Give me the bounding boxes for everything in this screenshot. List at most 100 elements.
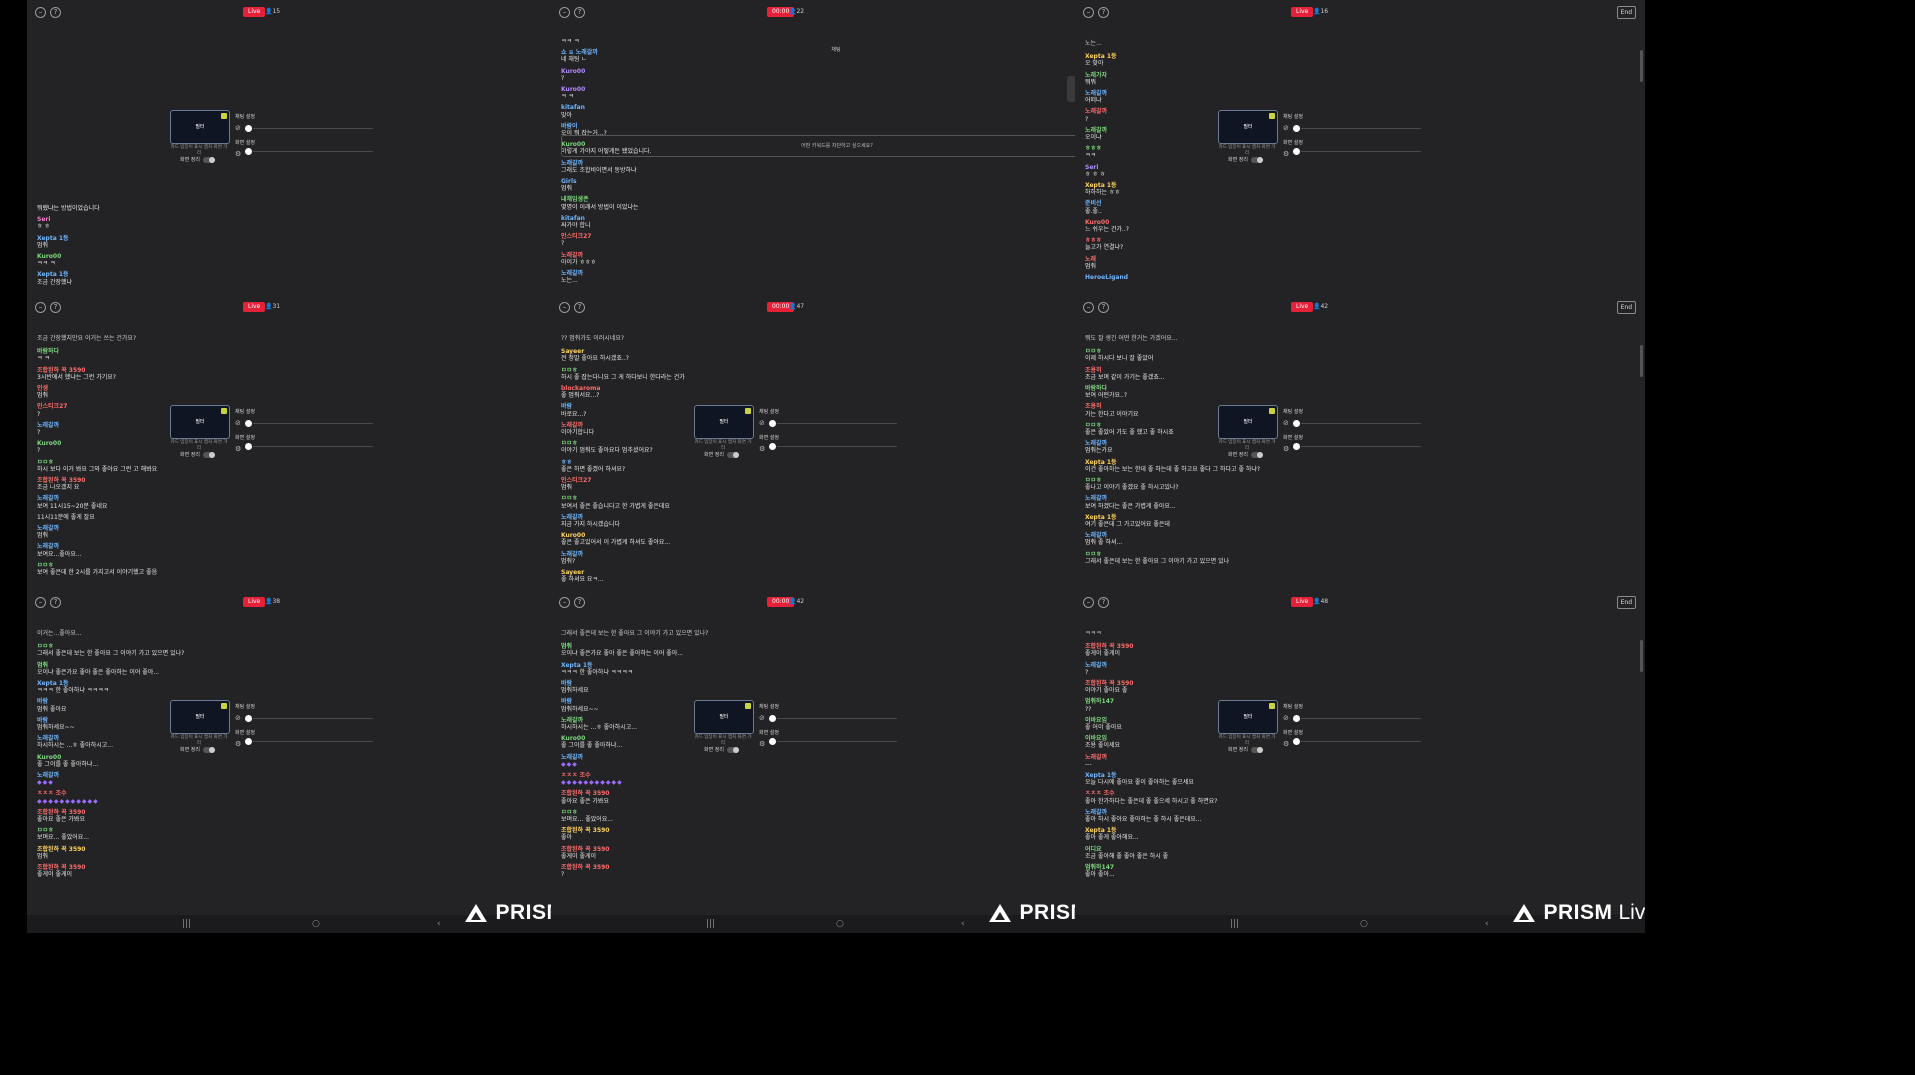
chat-username[interactable]: HeroeLigand [1085,274,1295,281]
back-icon[interactable]: ‹ [437,918,441,930]
screen-setting-slider-knob[interactable] [245,148,252,155]
chat-username[interactable]: 노래갈까 [37,772,247,779]
home-icon[interactable]: ○ [836,918,844,930]
chat-username[interactable]: 조합된하 꼭 3590 [37,809,247,816]
chat-username[interactable]: Seri [1085,164,1295,171]
screen-toggle[interactable] [1251,451,1263,458]
chat-username[interactable]: 조합된하 꼭 3590 [37,846,247,853]
screen-toggle[interactable] [203,746,215,753]
chat-username[interactable]: 노래갈까 [1085,754,1295,761]
chat-username[interactable]: Kuro00 [37,754,247,761]
settings-icon[interactable]: ⚙ [1283,740,1289,748]
help-icon[interactable]: ? [50,302,61,313]
chat-username[interactable]: 바람하다 [37,348,247,355]
screen-toggle[interactable] [727,746,739,753]
help-icon[interactable]: ? [1098,597,1109,608]
screen-setting-slider[interactable] [1301,741,1421,742]
back-icon[interactable]: ‹ [1485,918,1489,930]
menu-icon[interactable]: – [35,597,46,608]
screen-setting-slider-knob[interactable] [245,738,252,745]
chat-username[interactable]: 노래갈까 [561,514,771,521]
chat-username[interactable]: Xepta 1등 [561,662,771,669]
settings-icon[interactable]: ⚙ [235,740,241,748]
chat-username[interactable]: ㅁㅁㅎ [37,459,247,466]
mic-icon[interactable]: ⊘ [1283,419,1289,427]
chat-setting-slider[interactable] [1301,718,1421,719]
recent-apps-icon[interactable]: ||| [1230,918,1239,930]
chat-setting-slider[interactable] [777,718,897,719]
mic-icon[interactable]: ⊘ [759,419,765,427]
screen-setting-slider[interactable] [777,446,897,447]
menu-icon[interactable]: – [35,302,46,313]
screen-setting-slider-knob[interactable] [769,738,776,745]
help-icon[interactable]: ? [1098,302,1109,313]
chat-username[interactable]: Seri [37,216,247,223]
screen-setting-slider-knob[interactable] [1293,738,1300,745]
camera-preview[interactable]: 필터 [170,700,230,734]
chat-setting-slider[interactable] [1301,423,1421,424]
screen-setting-slider[interactable] [777,741,897,742]
chat-setting-slider-knob[interactable] [245,420,252,427]
screen-toggle[interactable] [727,451,739,458]
settings-icon[interactable]: ⚙ [1283,150,1289,158]
settings-icon[interactable]: ⚙ [235,445,241,453]
camera-preview[interactable]: 필터 [170,110,230,144]
back-icon[interactable]: ‹ [961,918,965,930]
help-icon[interactable]: ? [50,597,61,608]
recent-apps-icon[interactable]: ||| [182,918,191,930]
chat-username[interactable]: Xepta 1등 [1085,459,1295,466]
mic-icon[interactable]: ⊘ [1283,714,1289,722]
chat-username[interactable]: 노래가자 [1085,72,1295,79]
mic-icon[interactable]: ⊘ [235,419,241,427]
home-icon[interactable]: ○ [312,918,320,930]
camera-preview[interactable]: 필터 [1218,110,1278,144]
settings-icon[interactable]: ⚙ [1283,445,1289,453]
chat-setting-slider-knob[interactable] [245,125,252,132]
chat-username[interactable]: ㅎㅎ [561,459,771,466]
chat-scrollbar[interactable] [1640,345,1643,377]
menu-icon[interactable]: – [1083,597,1094,608]
chat-username[interactable]: Xepta 1등 [37,235,247,242]
mic-icon[interactable]: ⊘ [1283,124,1289,132]
screen-setting-slider[interactable] [253,446,373,447]
chat-username[interactable]: 조합된하 꼭 3590 [561,790,771,797]
recent-apps-icon[interactable]: ||| [706,918,715,930]
camera-preview[interactable]: 필터 [170,405,230,439]
chat-setting-slider-knob[interactable] [1293,125,1300,132]
chat-username[interactable]: 노래갈까 [1085,809,1295,816]
chat-username[interactable]: 인생 [37,385,247,392]
chat-username[interactable]: 바람 [561,680,771,687]
menu-icon[interactable]: – [559,597,570,608]
help-icon[interactable]: ? [574,597,585,608]
chat-username[interactable]: ㅈㅈㅈ 조수 [561,772,771,779]
chat-username[interactable]: 노래갈까 [37,525,247,532]
chat-username[interactable]: Xepta 1등 [1085,53,1295,60]
chat-scrollbar[interactable] [1640,640,1643,672]
help-icon[interactable]: ? [50,7,61,18]
chat-setting-slider[interactable] [1301,128,1421,129]
menu-icon[interactable]: – [559,7,570,18]
chat-setting-slider-knob[interactable] [1293,420,1300,427]
chat-username[interactable]: 노래갈까 [37,495,247,502]
screen-setting-slider-knob[interactable] [769,443,776,450]
screen-toggle[interactable] [1251,746,1263,753]
chat-setting-slider-knob[interactable] [245,715,252,722]
screen-setting-slider-knob[interactable] [245,443,252,450]
end-button[interactable]: End [1616,596,1636,609]
chat-scrollbar[interactable] [1640,50,1643,82]
screen-setting-slider[interactable] [1301,151,1421,152]
keyword-input[interactable]: 어떤 키워드를 차단하고 싶으세요? [561,135,1113,157]
chat-setting-slider[interactable] [253,423,373,424]
chat-username[interactable]: 노래갈까 [561,551,771,558]
menu-icon[interactable]: – [559,302,570,313]
chat-username[interactable]: ㅈㅈㅈ 조수 [1085,790,1295,797]
settings-icon[interactable]: ⚙ [759,445,765,453]
chat-username[interactable]: 조용히 [1085,367,1295,374]
chat-username[interactable]: ㅁㅁㅎ [37,562,247,569]
screen-setting-slider[interactable] [253,151,373,152]
chat-username[interactable]: 노래갈까 [1085,662,1295,669]
chat-username[interactable]: 노래 [1085,256,1295,263]
end-button[interactable]: End [1616,6,1636,19]
chat-setting-slider-knob[interactable] [1293,715,1300,722]
screen-toggle[interactable] [1251,156,1263,163]
